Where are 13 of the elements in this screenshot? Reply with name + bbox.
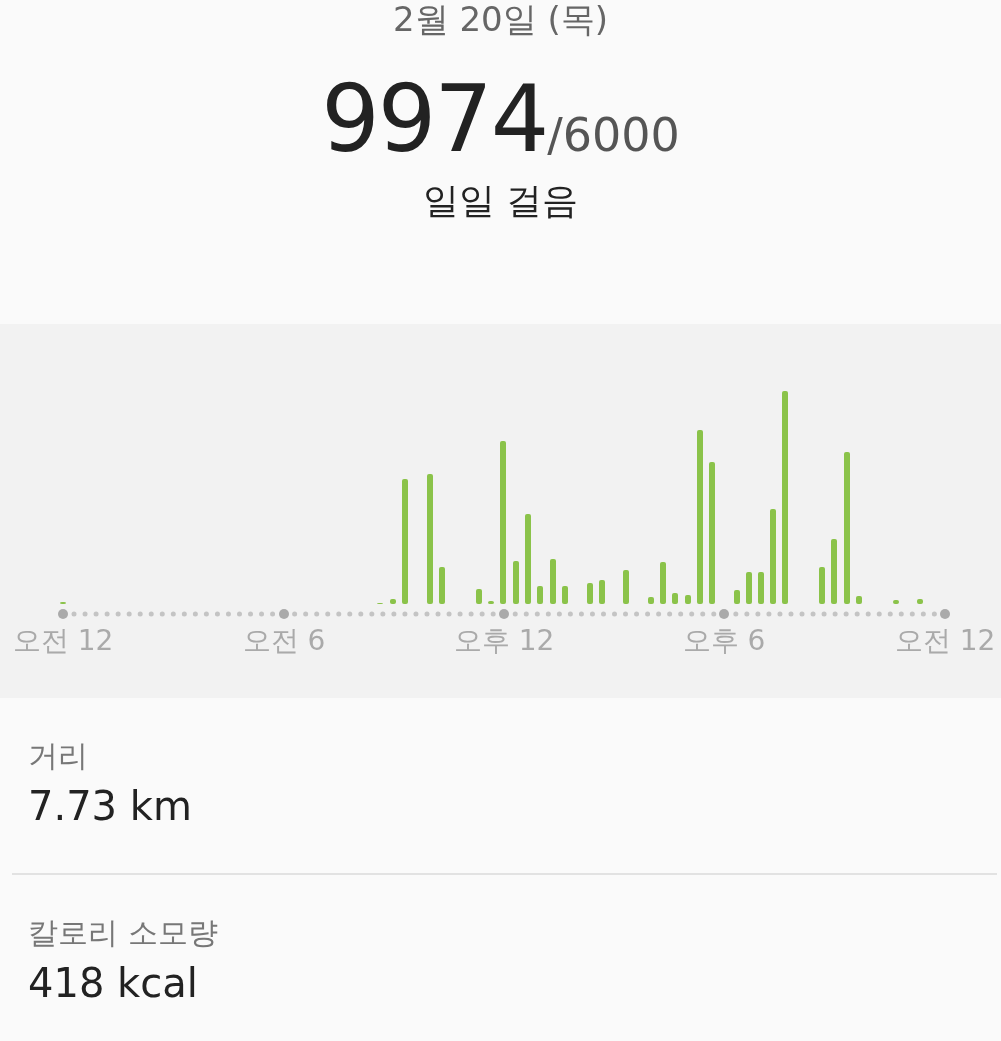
date-label: 2월 20일 (목) (392, 0, 608, 41)
step-goal: /6000 (547, 108, 680, 162)
daily-steps-caption: 일일 걸음 (422, 179, 579, 223)
time-axis-label: 오후 6 (682, 623, 766, 659)
stat-value: 7.73 km (28, 782, 193, 829)
stat-value: 418 kcal (28, 960, 199, 1007)
time-axis-label: 오후 12 (453, 623, 555, 659)
stat-label: 칼로리 소모량 (28, 914, 219, 953)
time-axis-label: 오전 6 (242, 623, 326, 659)
time-axis-label: 오전 12 (894, 623, 996, 659)
step-count: 9974 (321, 66, 548, 173)
stat-label: 거리 (28, 736, 89, 775)
time-axis-label: 오전 12 (12, 623, 114, 659)
